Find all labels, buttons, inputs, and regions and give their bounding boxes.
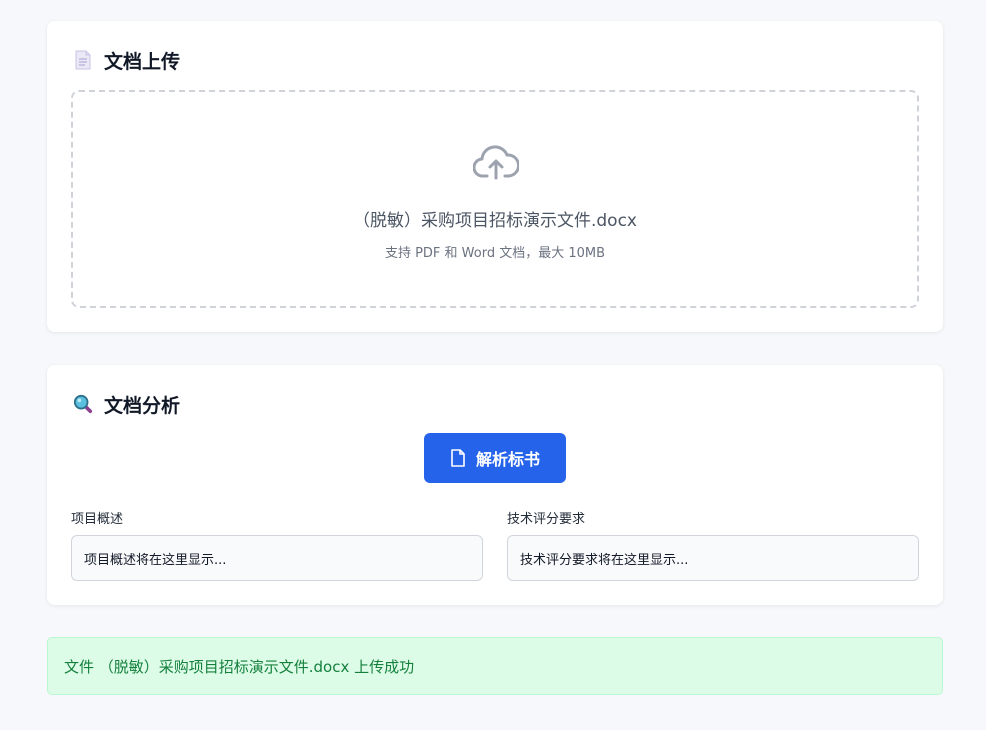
technical-scoring-label: 技术评分要求 [507,512,586,527]
status-message: 文件 （脱敏）采购项目招标演示文件.docx 上传成功 [64,657,415,676]
file-dropzone[interactable]: （脱敏）采购项目招标演示文件.docx 支持 PDF 和 Word 文档，最大 … [71,90,919,308]
project-overview-field[interactable]: 项目概述将在这里显示... [71,535,483,581]
analysis-card: 文档分析 解析标书 项目概述 项目概述将在这里显示... 技术评分要求 技术评分… [47,365,943,605]
document-icon [73,49,93,71]
file-icon [450,449,466,467]
parse-bid-button[interactable]: 解析标书 [424,433,566,483]
upload-section-title: 文档上传 [73,48,181,73]
analysis-section-title: 文档分析 [73,392,181,417]
parse-button-label: 解析标书 [475,450,540,469]
magnifier-icon [73,393,93,415]
technical-scoring-field[interactable]: 技术评分要求将在这里显示... [507,535,919,581]
cloud-upload-icon [473,145,519,180]
upload-card: 文档上传 （脱敏）采购项目招标演示文件.docx 支持 PDF 和 Word 文… [47,21,943,332]
analysis-title-text: 文档分析 [104,394,181,417]
project-overview-label: 项目概述 [71,512,124,527]
upload-hint: 支持 PDF 和 Word 文档，最大 10MB [384,246,606,261]
upload-title-text: 文档上传 [104,50,181,73]
upload-success-alert: 文件 （脱敏）采购项目招标演示文件.docx 上传成功 [47,637,943,695]
selected-filename: （脱敏）采购项目招标演示文件.docx [352,211,637,231]
